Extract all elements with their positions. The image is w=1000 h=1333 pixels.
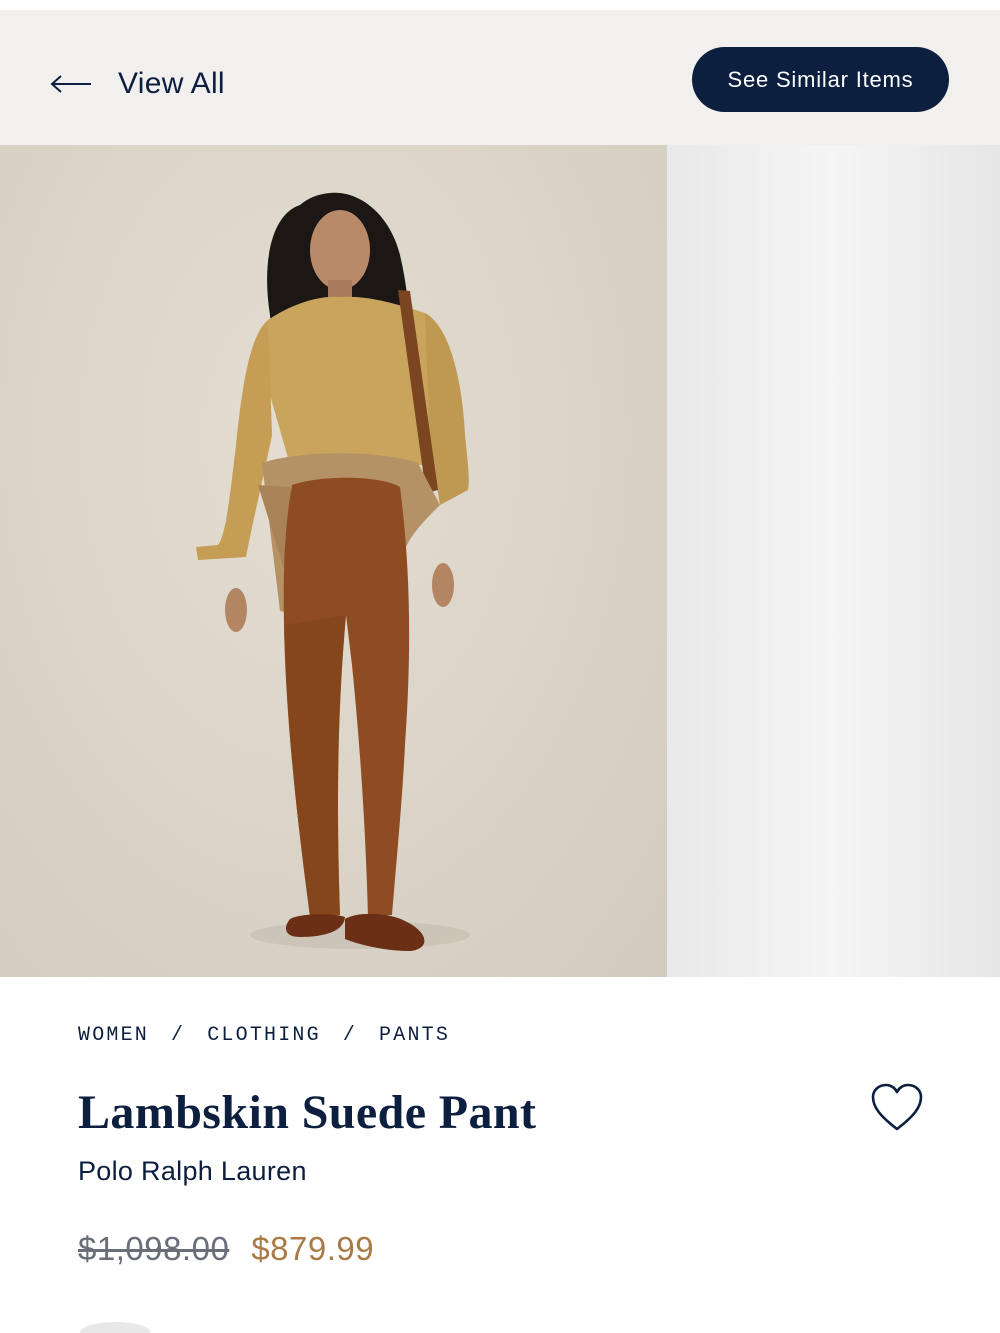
- product-brand: Polo Ralph Lauren: [78, 1156, 307, 1186]
- breadcrumb-separator: /: [171, 1024, 186, 1047]
- product-photo-main[interactable]: [0, 145, 667, 977]
- sale-price: $879.99: [251, 1230, 375, 1267]
- breadcrumb-clothing[interactable]: CLOTHING: [207, 1024, 321, 1047]
- product-photo-next[interactable]: [667, 145, 1000, 977]
- price-row: $1,098.00 $879.99: [78, 1230, 374, 1268]
- left-arrow-icon: [50, 75, 91, 93]
- heart-icon[interactable]: [870, 1082, 924, 1134]
- view-all-link[interactable]: View All: [50, 62, 225, 106]
- product-image-carousel[interactable]: [0, 145, 1000, 977]
- breadcrumb-separator: /: [342, 1024, 358, 1047]
- model-illustration: [196, 192, 470, 951]
- breadcrumb: WOMEN / CLOTHING / PANTS: [78, 1024, 450, 1047]
- top-bar: View All See Similar Items: [0, 10, 1000, 145]
- color-swatch[interactable]: [80, 1322, 150, 1333]
- view-all-label: View All: [118, 67, 225, 100]
- original-price: $1,098.00: [78, 1230, 230, 1267]
- breadcrumb-pants[interactable]: PANTS: [379, 1024, 450, 1047]
- product-title: Lambskin Suede Pant: [78, 1086, 537, 1139]
- see-similar-items-button[interactable]: See Similar Items: [692, 47, 949, 112]
- breadcrumb-women[interactable]: WOMEN: [78, 1024, 149, 1047]
